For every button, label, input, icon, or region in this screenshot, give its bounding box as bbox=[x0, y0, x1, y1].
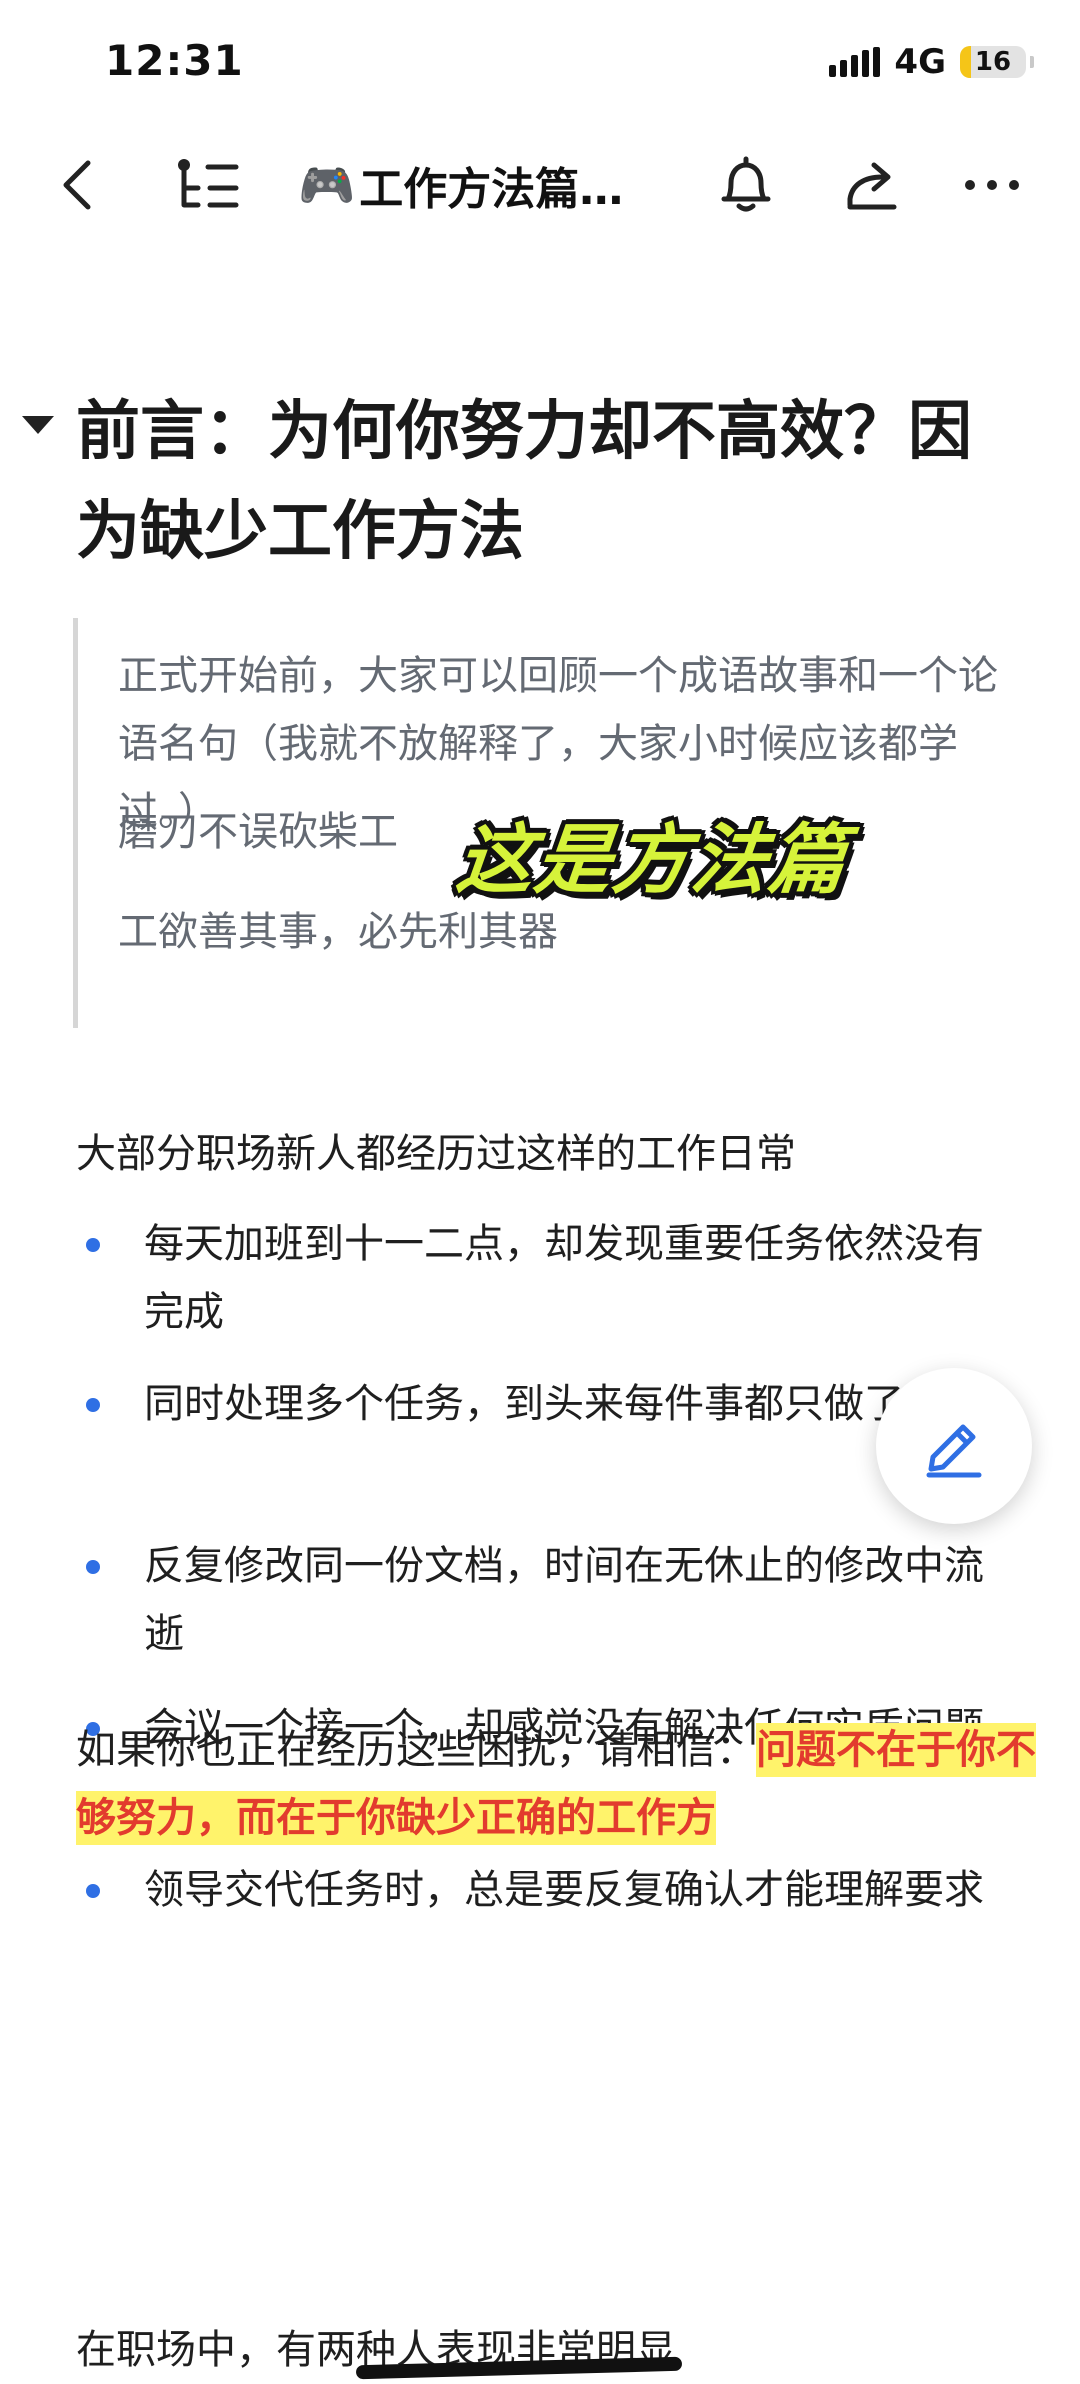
pencil-icon bbox=[926, 1424, 982, 1478]
list-item-text: 反复修改同一份文档，时间在无休止的修改中流逝 bbox=[144, 1543, 984, 1657]
back-icon[interactable] bbox=[48, 155, 108, 215]
list-item-text: 同时处理多个任务，到头来每件事都只做了一半 bbox=[144, 1381, 984, 1427]
doc-title-text: 工作方法篇… bbox=[359, 164, 624, 215]
doc-title[interactable]: 🎮 工作方法篇… bbox=[298, 154, 658, 216]
bullet-dot bbox=[86, 1398, 100, 1412]
outline-icon[interactable] bbox=[172, 155, 242, 215]
bullet-dot bbox=[86, 1560, 100, 1574]
quote-line: 工欲善其事，必先利其器 bbox=[118, 909, 558, 955]
status-time: 12:31 bbox=[105, 36, 244, 85]
tail-text: 在职场中，有 bbox=[76, 2327, 316, 2373]
battery-nub bbox=[1030, 56, 1034, 68]
bullet-dot bbox=[86, 1238, 100, 1252]
nav-bar: 🎮 工作方法篇… bbox=[0, 130, 1080, 240]
tail-paragraph: 在职场中，有两种人表现非常明显 bbox=[76, 2316, 683, 2384]
sticker-label: 这是方法篇 bbox=[452, 815, 852, 904]
section-heading: 前言：为何你努力却不高效？因为缺少工作方法 bbox=[76, 395, 972, 569]
list-item-text: 每天加班到十一二点，却发现重要任务依然没有完成 bbox=[144, 1221, 984, 1335]
network-label: 4G bbox=[894, 42, 946, 82]
more-icon[interactable] bbox=[962, 155, 1022, 215]
battery-icon: 16 bbox=[960, 46, 1026, 78]
callout-paragraph: 如果你也正在经历这些困扰，请相信：问题不在于你不够努力，而在于你缺少正确的工作方 bbox=[76, 1716, 1036, 1852]
edit-button[interactable] bbox=[876, 1368, 1032, 1524]
share-icon[interactable] bbox=[842, 155, 902, 215]
status-bar: 12:31 4G 16 bbox=[0, 0, 1080, 120]
intro-paragraph: 大部分职场新人都经历过这样的工作日常 bbox=[76, 1131, 796, 1177]
status-indicators: 4G 16 bbox=[829, 42, 1034, 82]
callout-text: 如果你也正在经历这些困扰，请相信： bbox=[76, 1727, 756, 1773]
bullet-dot bbox=[86, 1884, 100, 1898]
redacted-text: 两种人表现非常明显 bbox=[316, 2327, 683, 2380]
signal-icon bbox=[829, 47, 881, 77]
list-item-text: 领导交代任务时，总是要反复确认才能理解要求 bbox=[144, 1867, 984, 1913]
gamepad-icon: 🎮 bbox=[298, 157, 356, 212]
battery-label: 16 bbox=[974, 47, 1012, 77]
collapse-toggle-icon[interactable] bbox=[22, 416, 54, 434]
bell-icon[interactable] bbox=[716, 155, 776, 215]
